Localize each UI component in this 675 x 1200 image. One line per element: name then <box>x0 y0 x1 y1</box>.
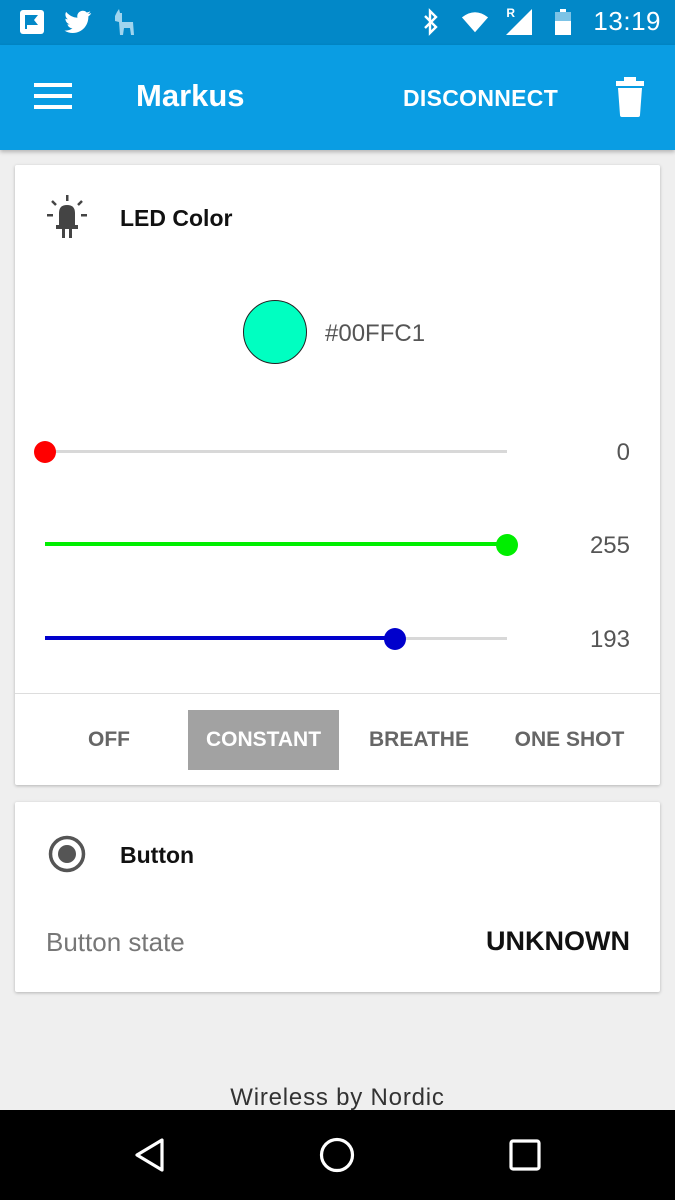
footer-text: Wireless by Nordic <box>230 1084 445 1111</box>
roaming-badge: R <box>506 5 516 20</box>
led-color-card: LED Color #00FFC1 0 255 193 OFF CONSTANT… <box>15 165 660 785</box>
mode-constant-button[interactable]: CONSTANT <box>188 710 339 770</box>
slider-fill <box>45 636 395 640</box>
red-value: 0 <box>616 439 630 466</box>
red-slider[interactable] <box>34 437 507 467</box>
button-state-label: Button state <box>46 927 185 957</box>
mode-selector: OFF CONSTANT BREATHE ONE SHOT <box>15 710 660 772</box>
clock: 13:19 <box>593 6 661 36</box>
mode-one-shot-button[interactable]: ONE SHOT <box>497 710 642 770</box>
menu-icon-line <box>34 105 72 109</box>
slider-thumb[interactable] <box>496 534 518 556</box>
menu-button[interactable] <box>34 83 72 113</box>
recents-icon <box>509 1139 541 1171</box>
bluetooth-icon <box>417 7 445 36</box>
mode-off-button[interactable]: OFF <box>45 710 173 770</box>
wifi-icon <box>461 8 489 36</box>
back-icon <box>135 1138 164 1172</box>
home-icon <box>319 1137 355 1173</box>
app-bar: Markus DISCONNECT <box>0 45 675 150</box>
llama-icon <box>110 8 138 36</box>
color-hex-value: #00FFC1 <box>325 320 426 347</box>
menu-icon <box>34 83 72 87</box>
slider-thumb[interactable] <box>383 628 406 650</box>
navigation-bar <box>0 1110 675 1200</box>
status-bar: R 13:19 <box>0 0 675 45</box>
radio-button-icon <box>47 834 87 878</box>
menu-icon-line <box>34 94 72 98</box>
led-color-title: LED Color <box>120 205 233 231</box>
twitter-icon <box>64 8 92 36</box>
cell-signal-roaming-icon: R <box>505 5 533 36</box>
home-button[interactable] <box>314 1132 360 1178</box>
led-icon <box>47 195 87 239</box>
button-card: Button Button state UNKNOWN <box>15 802 660 992</box>
delete-button[interactable] <box>615 77 645 117</box>
button-title: Button <box>120 842 195 868</box>
slider-track <box>45 450 507 453</box>
green-value: 255 <box>589 532 630 559</box>
flag-notification-icon <box>18 8 46 36</box>
slider-fill <box>45 542 507 546</box>
page-title: Markus <box>136 78 245 113</box>
battery-icon <box>549 8 577 36</box>
button-state-value: UNKNOWN <box>486 926 630 956</box>
trash-icon <box>616 77 644 117</box>
recents-button[interactable] <box>502 1132 548 1178</box>
divider <box>15 693 660 694</box>
disconnect-button[interactable]: DISCONNECT <box>403 85 558 112</box>
back-button[interactable] <box>128 1132 174 1178</box>
mode-breathe-button[interactable]: BREATHE <box>348 710 490 770</box>
color-swatch[interactable] <box>243 300 307 364</box>
slider-thumb[interactable] <box>34 441 56 463</box>
blue-slider[interactable] <box>45 624 507 654</box>
blue-value: 193 <box>589 626 630 653</box>
green-slider[interactable] <box>45 530 518 560</box>
